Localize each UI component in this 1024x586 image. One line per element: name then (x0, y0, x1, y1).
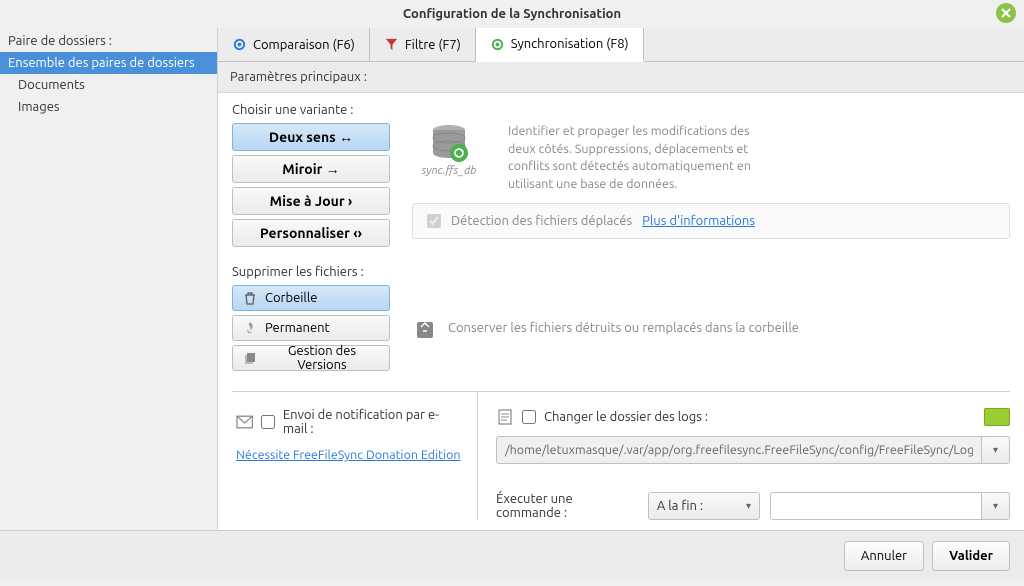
logs-path-input (496, 436, 982, 464)
variant-two-way-button[interactable]: Deux sens ↔ (232, 123, 390, 151)
delete-versions-button[interactable]: Gestion des Versions (232, 345, 390, 371)
delete-button-group: Corbeille Permanent Gestion des Versions (232, 285, 390, 371)
chevron-down-icon: ▾ (993, 500, 998, 512)
variant-mirror-button[interactable]: Miroir → (232, 155, 390, 183)
sidebar: Paire de dossiers : Ensemble des paires … (0, 28, 218, 530)
dialog-footer: Annuler Valider (0, 530, 1024, 580)
log-file-icon (496, 408, 514, 426)
titlebar: Configuration de la Synchronisation (0, 0, 1024, 28)
mail-icon (236, 415, 253, 429)
logs-change-checkbox[interactable] (522, 410, 536, 424)
versions-icon (243, 351, 257, 365)
funnel-icon (384, 37, 399, 52)
email-label: Envoi de notification par e-mail : (283, 408, 463, 436)
email-checkbox[interactable] (261, 415, 275, 429)
chevron-down-icon: ▾ (993, 444, 998, 456)
detect-moved-label: Détection des fichiers déplacés (451, 214, 632, 228)
variant-label: Choisir une variante : (232, 103, 1010, 117)
close-icon (1000, 7, 1012, 19)
tab-synchronization[interactable]: Synchronisation (F8) (476, 28, 644, 62)
trash-icon (243, 291, 257, 305)
panel-subheader: Paramètres principaux : (218, 62, 1024, 93)
ok-button[interactable]: Valider (932, 541, 1010, 571)
bottom-grid: Envoi de notification par e-mail : Néces… (232, 391, 1010, 520)
keep-description: Conserver les fichiers détruits ou rempl… (412, 315, 799, 341)
variant-description: Identifier et propager les modifications… (508, 123, 758, 193)
sidebar-item-all-pairs[interactable]: Ensemble des paires de dossiers (0, 52, 217, 74)
email-row: Envoi de notification par e-mail : (236, 408, 463, 436)
variant-custom-button[interactable]: Personnaliser ‹› (232, 219, 390, 247)
database-illustration: sync.ffs_db (414, 123, 484, 177)
cancel-button[interactable]: Annuler (844, 541, 924, 571)
exec-command-dropdown[interactable]: ▾ (982, 492, 1010, 520)
email-donation-link[interactable]: Nécessite FreeFileSync Donation Edition (236, 448, 463, 462)
logs-header-row: Changer le dossier des logs : (496, 408, 1010, 426)
detect-moved-checkbox (427, 214, 441, 228)
tab-comparison[interactable]: Comparaison (F6) (218, 28, 370, 61)
tab-bar: Comparaison (F6) Filtre (F7) Synchronisa… (218, 28, 1024, 62)
exec-command-input[interactable] (770, 492, 982, 520)
close-button[interactable] (996, 3, 1016, 23)
flame-icon (243, 321, 257, 335)
exec-when-select[interactable]: A la fin : ▾ (648, 492, 760, 520)
email-column: Envoi de notification par e-mail : Néces… (232, 392, 478, 520)
logs-color-swatch[interactable] (984, 408, 1010, 426)
logs-path-dropdown[interactable]: ▾ (982, 436, 1010, 464)
exec-label: Éxecuter une commande : (496, 492, 638, 520)
sidebar-item-images[interactable]: Images (0, 96, 217, 118)
delete-row: Corbeille Permanent Gestion des Versions (232, 285, 1010, 371)
detect-more-info-link[interactable]: Plus d'informations (642, 214, 755, 228)
recycle-bin-icon (412, 315, 438, 341)
content-area: Comparaison (F6) Filtre (F7) Synchronisa… (218, 28, 1024, 530)
variant-button-group: Deux sens ↔ Miroir → Mise à Jour › Perso… (232, 123, 390, 247)
delete-label: Supprimer les fichiers : (232, 265, 1010, 279)
variant-update-button[interactable]: Mise à Jour › (232, 187, 390, 215)
detect-moved-box: Détection des fichiers déplacés Plus d'i… (412, 203, 1010, 239)
tab-filter[interactable]: Filtre (F7) (370, 28, 476, 61)
logs-change-label: Changer le dossier des logs : (544, 410, 708, 424)
sidebar-item-documents[interactable]: Documents (0, 74, 217, 96)
exec-row: Éxecuter une commande : A la fin : ▾ ▾ (496, 492, 1010, 520)
sidebar-header: Paire de dossiers : (0, 28, 217, 52)
delete-recycle-button[interactable]: Corbeille (232, 285, 390, 311)
window-title: Configuration de la Synchronisation (403, 7, 621, 21)
logs-column: Changer le dossier des logs : ▾ Éxecuter… (478, 392, 1010, 520)
delete-section: Supprimer les fichiers : Corbeille Perma… (232, 265, 1010, 371)
logs-path-row: ▾ (496, 436, 1010, 464)
gear-icon (232, 37, 247, 52)
main-split: Paire de dossiers : Ensemble des paires … (0, 28, 1024, 530)
delete-permanent-button[interactable]: Permanent (232, 315, 390, 341)
chevron-down-icon: ▾ (746, 500, 751, 512)
database-icon (425, 123, 473, 163)
settings-panel: Choisir une variante : Deux sens ↔ Miroi… (218, 93, 1024, 530)
sync-gear-icon (490, 37, 505, 52)
database-caption: sync.ffs_db (422, 165, 477, 177)
